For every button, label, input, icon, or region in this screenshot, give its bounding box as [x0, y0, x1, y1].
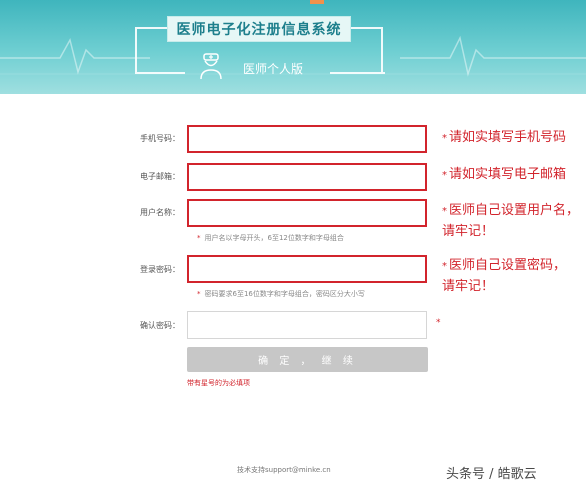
system-title: 医师电子化注册信息系统	[167, 16, 351, 42]
frame-left-bottom-line	[135, 72, 185, 74]
watermark-text: 头条号 / 皓歌云	[446, 467, 537, 482]
password-label: 登录密码：	[140, 265, 180, 274]
hint-star: *	[197, 290, 201, 298]
password-annotation: * 医师自己设置密码， 请牢记！	[442, 256, 566, 297]
confirm-password-input[interactable]	[187, 311, 427, 339]
submit-button[interactable]: 确 定 ， 继 续	[187, 347, 428, 372]
confirm-password-label: 确认密码：	[140, 321, 180, 330]
email-annotation: * 请如实填写电子邮箱	[442, 165, 566, 186]
password-hint-text: 密码要求6至16位数字和字母组合，密码区分大小写	[204, 290, 365, 298]
hint-star: *	[197, 234, 201, 242]
phone-annotation-text: 请如实填写手机号码	[449, 130, 567, 145]
username-label: 用户名称：	[140, 208, 180, 217]
email-annotation-text: 请如实填写电子邮箱	[449, 167, 567, 182]
tech-support-text: 技术支持support@minke.cn	[237, 466, 331, 474]
annotation-star: *	[442, 133, 447, 144]
required-fields-note: 带有星号的为必填项	[187, 379, 250, 387]
password-input[interactable]	[187, 255, 427, 283]
system-subtitle: 医师个人版	[243, 62, 304, 76]
confirm-required-star: *	[436, 318, 441, 328]
username-annotation-line1: 医师自己设置用户名，	[449, 203, 580, 218]
phone-label: 手机号码：	[140, 134, 180, 143]
username-annotation: * 医师自己设置用户名， 请牢记！	[442, 201, 579, 242]
email-label: 电子邮箱：	[140, 172, 180, 181]
username-annotation-line2: 请牢记！	[442, 224, 495, 239]
username-input[interactable]	[187, 199, 427, 227]
header-banner: 医师电子化注册信息系统 医师个人版	[0, 0, 586, 94]
annotation-star: *	[442, 170, 447, 181]
annotation-star: *	[442, 261, 447, 272]
doctor-icon	[200, 53, 222, 80]
password-annotation-line1: 医师自己设置密码，	[449, 258, 567, 273]
frame-right-bottom-line	[330, 72, 385, 74]
password-hint: * 密码要求6至16位数字和字母组合，密码区分大小写	[197, 289, 365, 299]
username-hint-text: 用户名以字母开头，6至12位数字和字母组合	[204, 234, 344, 242]
password-annotation-line2: 请牢记！	[442, 279, 495, 294]
annotation-star: *	[442, 206, 447, 217]
phone-input[interactable]	[187, 125, 427, 153]
username-hint: * 用户名以字母开头，6至12位数字和字母组合	[197, 233, 344, 243]
heartbeat-line-icon	[0, 35, 586, 77]
phone-annotation: * 请如实填写手机号码	[442, 128, 566, 149]
email-input[interactable]	[187, 163, 427, 191]
